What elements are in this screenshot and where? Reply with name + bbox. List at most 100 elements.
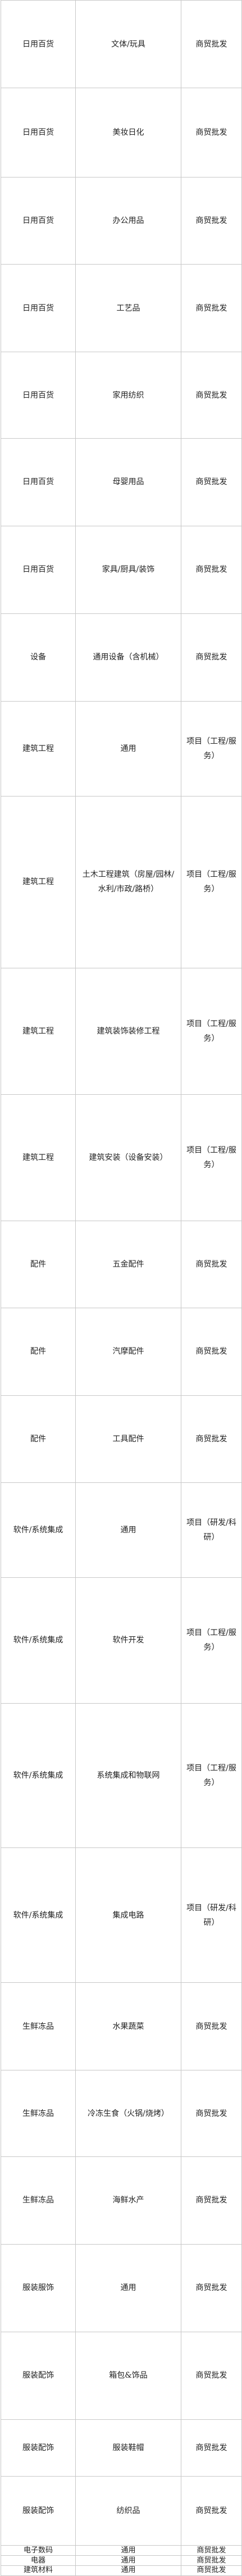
table-row: 日用百货 家具/厨具/装饰 商贸批发: [1, 525, 242, 615]
item-cell: 服装鞋帽: [75, 2419, 181, 2477]
category-cell: 设备: [1, 613, 76, 702]
table-row: 电子数码 通用 商贸批发: [1, 2545, 242, 2556]
item-cell: 软件开发: [75, 1577, 181, 1704]
category-cell: 服装配饰: [1, 2476, 76, 2546]
category-cell: 电子数码: [1, 2545, 76, 2556]
item-cell: 文体/玩具: [75, 0, 181, 89]
category-cell: 日用百货: [1, 177, 76, 265]
item-cell: 工艺品: [75, 264, 181, 352]
category-cell: 日用百货: [1, 351, 76, 439]
category-cell: 日用百货: [1, 264, 76, 352]
category-cell: 服装配饰: [1, 2419, 76, 2477]
type-cell: 商贸批发: [181, 2419, 242, 2477]
type-cell: 商贸批发: [181, 613, 242, 702]
category-cell: 生鲜冻品: [1, 1982, 76, 2070]
type-cell: 商贸批发: [181, 2069, 242, 2158]
type-cell: 项目（工程/服务）: [181, 1577, 242, 1704]
type-cell: 商贸批发: [181, 2332, 242, 2420]
category-cell: 建筑工程: [1, 795, 76, 969]
type-cell: 商贸批发: [181, 525, 242, 615]
table-body: 日用百货 文体/玩具 商贸批发 日用百货 美妆日化 商贸批发 日用百货 办公用品…: [1, 0, 242, 2576]
item-cell: 土木工程建筑（房屋/园林/水利/市政/路桥）: [75, 795, 181, 969]
table-row: 日用百货 办公用品 商贸批发: [1, 177, 242, 265]
item-cell: 办公用品: [75, 177, 181, 265]
item-cell: 母婴用品: [75, 438, 181, 526]
category-cell: 建筑工程: [1, 700, 76, 797]
item-cell: 箱包&饰品: [75, 2332, 181, 2420]
table-row: 软件/系统集成 集成电路 项目（研发/科研）: [1, 1847, 242, 1983]
table-row: 生鲜冻品 水果蔬菜 商贸批发: [1, 1982, 242, 2070]
category-cell: 服装服饰: [1, 2243, 76, 2333]
item-cell: 家具/厨具/装饰: [75, 525, 181, 615]
category-cell: 软件/系统集成: [1, 1703, 76, 1848]
category-cell: 日用百货: [1, 0, 76, 89]
item-cell: 海鲜水产: [75, 2156, 181, 2245]
category-cell: 建筑工程: [1, 1094, 76, 1221]
item-cell: 集成电路: [75, 1847, 181, 1983]
type-cell: 商贸批发: [181, 2545, 242, 2556]
type-cell: 项目（工程/服务）: [181, 795, 242, 969]
item-cell: 工具配件: [75, 1395, 181, 1483]
type-cell: 商贸批发: [181, 264, 242, 352]
category-cell: 配件: [1, 1395, 76, 1483]
item-cell: 通用: [75, 2555, 181, 2566]
type-cell: 项目（研发/科研）: [181, 1847, 242, 1983]
item-cell: 建筑装饰装修工程: [75, 968, 181, 1095]
item-cell: 水果蔬菜: [75, 1982, 181, 2070]
category-cell: 日用百货: [1, 88, 76, 178]
item-cell: 纺织品: [75, 2476, 181, 2546]
item-cell: 通用: [75, 2243, 181, 2333]
item-cell: 冷冻生食（火锅/烧烤）: [75, 2069, 181, 2158]
type-cell: 商贸批发: [181, 2565, 242, 2576]
type-cell: 商贸批发: [181, 2555, 242, 2566]
table-row: 软件/系统集成 软件开发 项目（工程/服务）: [1, 1577, 242, 1704]
type-cell: 商贸批发: [181, 0, 242, 89]
category-cell: 配件: [1, 1220, 76, 1309]
type-cell: 商贸批发: [181, 2156, 242, 2245]
item-cell: 汽摩配件: [75, 1308, 181, 1396]
table-row: 设备 通用设备（含机械） 商贸批发: [1, 613, 242, 702]
type-cell: 项目（工程/服务）: [181, 1094, 242, 1221]
category-cell: 配件: [1, 1308, 76, 1396]
table-row: 服装配饰 箱包&饰品 商贸批发: [1, 2332, 242, 2420]
category-cell: 电器: [1, 2555, 76, 2566]
category-cell: 服装配饰: [1, 2332, 76, 2420]
table-row: 生鲜冻品 冷冻生食（火锅/烧烤） 商贸批发: [1, 2069, 242, 2158]
industry-table: 日用百货 文体/玩具 商贸批发 日用百货 美妆日化 商贸批发 日用百货 办公用品…: [1, 0, 242, 2576]
table-row: 日用百货 家用纺织 商贸批发: [1, 351, 242, 439]
item-cell: 建筑安装（设备安装）: [75, 1094, 181, 1221]
type-cell: 商贸批发: [181, 88, 242, 178]
type-cell: 商贸批发: [181, 2476, 242, 2546]
table-row: 生鲜冻品 海鲜水产 商贸批发: [1, 2156, 242, 2245]
table-row: 电器 通用 商贸批发: [1, 2555, 242, 2566]
item-cell: 系统集成和物联网: [75, 1703, 181, 1848]
type-cell: 商贸批发: [181, 438, 242, 526]
table-row: 软件/系统集成 通用 项目（研发/科研）: [1, 1482, 242, 1578]
type-cell: 项目（工程/服务）: [181, 700, 242, 797]
item-cell: 通用: [75, 2565, 181, 2576]
category-cell: 生鲜冻品: [1, 2069, 76, 2158]
category-cell: 生鲜冻品: [1, 2156, 76, 2245]
type-cell: 商贸批发: [181, 351, 242, 439]
table-row: 配件 汽摩配件 商贸批发: [1, 1308, 242, 1396]
type-cell: 项目（研发/科研）: [181, 1482, 242, 1578]
item-cell: 五金配件: [75, 1220, 181, 1309]
table-row: 建筑工程 通用 项目（工程/服务）: [1, 700, 242, 797]
table-row: 建筑工程 建筑装饰装修工程 项目（工程/服务）: [1, 968, 242, 1095]
table-row: 服装服饰 通用 商贸批发: [1, 2243, 242, 2333]
type-cell: 商贸批发: [181, 1395, 242, 1483]
category-cell: 软件/系统集成: [1, 1482, 76, 1578]
table-row: 日用百货 工艺品 商贸批发: [1, 264, 242, 352]
table-row: 建筑材料 通用 商贸批发: [1, 2565, 242, 2576]
type-cell: 商贸批发: [181, 1982, 242, 2070]
table-row: 日用百货 母婴用品 商贸批发: [1, 438, 242, 526]
category-cell: 日用百货: [1, 525, 76, 615]
table-row: 配件 五金配件 商贸批发: [1, 1220, 242, 1309]
table-row: 服装配饰 纺织品 商贸批发: [1, 2476, 242, 2546]
type-cell: 项目（工程/服务）: [181, 1703, 242, 1848]
category-cell: 软件/系统集成: [1, 1577, 76, 1704]
table-row: 日用百货 美妆日化 商贸批发: [1, 88, 242, 178]
category-cell: 建筑材料: [1, 2565, 76, 2576]
type-cell: 项目（工程/服务）: [181, 968, 242, 1095]
table-row: 建筑工程 土木工程建筑（房屋/园林/水利/市政/路桥） 项目（工程/服务）: [1, 795, 242, 969]
